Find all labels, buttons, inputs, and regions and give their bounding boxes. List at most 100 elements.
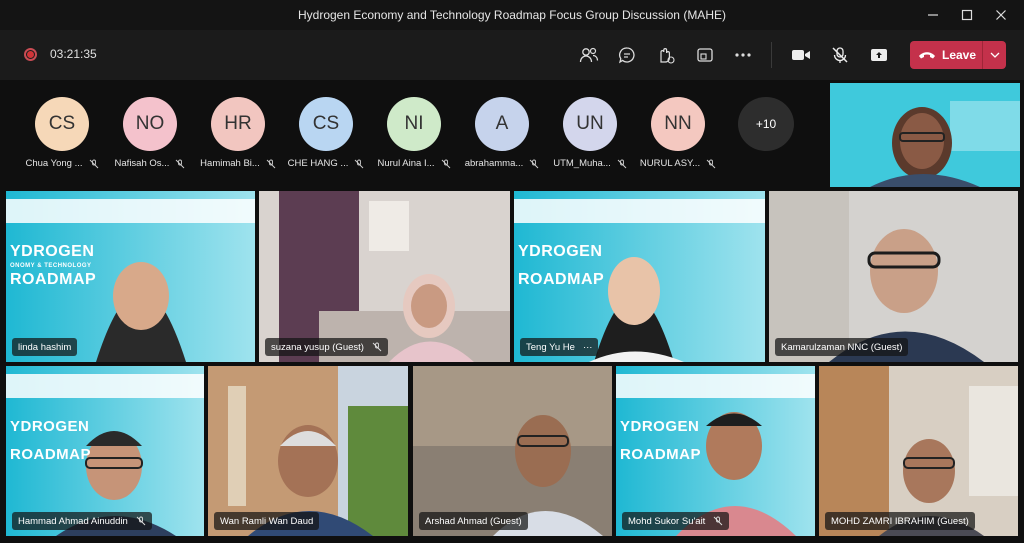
banner-roadmap: ROADMAP: [518, 271, 605, 288]
meeting-timer: 03:21:35: [50, 47, 97, 61]
participant-nametag: suzana yusup (Guest): [265, 338, 388, 356]
camera-button[interactable]: [788, 42, 814, 68]
participant-avatar[interactable]: UN UTM_Muha...: [550, 97, 630, 169]
video-tile[interactable]: Kamarulzaman NNC (Guest): [769, 191, 1018, 362]
banner-title: YDROGEN: [518, 243, 603, 260]
mic-off-icon: [529, 159, 539, 168]
camera-icon: [792, 50, 810, 60]
toolbar-separator: [771, 42, 772, 68]
reactions-button[interactable]: [652, 42, 678, 68]
close-icon: [996, 10, 1006, 20]
maximize-icon: [961, 9, 973, 21]
participant-avatar[interactable]: A abrahamma...: [462, 97, 542, 169]
participant-avatar[interactable]: NN NURUL ASY...: [638, 97, 718, 169]
share-screen-icon: [871, 49, 887, 61]
participant-name: linda hashim: [18, 341, 72, 353]
participant-nametag: Hammad Ahmad Ainuddin: [12, 512, 152, 530]
window-controls: [916, 0, 1018, 30]
video-feed: [259, 191, 510, 362]
avatar: NN: [651, 97, 705, 151]
banner-roadmap: ROADMAP: [620, 446, 701, 463]
more-actions-button[interactable]: [730, 42, 756, 68]
avatar: CS: [35, 97, 89, 151]
avatar: HR: [211, 97, 265, 151]
mic-off-icon: [832, 47, 848, 63]
banner-roadmap: ROADMAP: [10, 271, 97, 288]
video-tile[interactable]: suzana yusup (Guest): [259, 191, 510, 362]
participant-nametag: Arshad Ahmad (Guest): [419, 512, 528, 530]
banner-title: YDROGEN: [10, 418, 90, 435]
participant-avatar[interactable]: NO Nafisah Os...: [110, 97, 190, 169]
self-video-feed: [830, 83, 1020, 187]
maximize-button[interactable]: [950, 0, 984, 30]
people-icon: [579, 47, 599, 63]
participant-name: NURUL ASY...: [639, 158, 701, 169]
raise-hand-icon: [660, 48, 675, 64]
participant-name: Mohd Sukor Su'ait: [628, 515, 706, 527]
participant-name: Nafisah Os...: [114, 158, 170, 169]
mic-off-icon: [89, 159, 98, 168]
chat-icon: [618, 47, 635, 64]
leave-label: Leave: [942, 48, 977, 62]
participant-avatar[interactable]: HR Hamimah Bi...: [198, 97, 278, 169]
participant-name: UTM_Muha...: [553, 158, 611, 169]
participant-nametag: linda hashim: [12, 338, 78, 356]
banner-title: YDROGEN: [10, 243, 95, 260]
participant-nametag: Kamarulzaman NNC (Guest): [775, 338, 909, 356]
self-preview-tile[interactable]: [830, 83, 1020, 187]
close-button[interactable]: [984, 0, 1018, 30]
video-tile[interactable]: Arshad Ahmad (Guest): [413, 366, 612, 536]
mic-off-icon: [441, 159, 450, 168]
meeting-toolbar: 03:21:35 Leave: [0, 30, 1024, 80]
mic-off-icon: [706, 159, 716, 168]
breakout-rooms-icon: [697, 48, 713, 62]
video-tile[interactable]: YDROGEN ROADMAP Hammad Ahmad Ainuddin: [6, 366, 204, 536]
mic-button[interactable]: [827, 42, 853, 68]
rooms-button[interactable]: [692, 42, 718, 68]
more-icon: [735, 53, 751, 57]
minimize-button[interactable]: [916, 0, 950, 30]
participant-avatar[interactable]: CS Chua Yong ...: [22, 97, 102, 169]
video-tile[interactable]: MOHD ZAMRI IBRAHIM (Guest): [819, 366, 1018, 536]
share-button[interactable]: [866, 42, 892, 68]
avatar: UN: [563, 97, 617, 151]
avatar: NI: [387, 97, 441, 151]
banner-title: YDROGEN: [620, 418, 700, 435]
video-tile[interactable]: YDROGEN ROADMAP Mohd Sukor Su'ait: [616, 366, 815, 536]
mic-off-icon: [372, 342, 382, 352]
people-button[interactable]: [576, 42, 602, 68]
mic-off-icon: [617, 159, 627, 168]
participant-avatar[interactable]: NI Nurul Aina I...: [374, 97, 454, 169]
participant-nametag: Teng Yu He ···: [520, 338, 599, 356]
chevron-down-icon: [990, 52, 999, 58]
mic-off-icon: [713, 516, 723, 526]
title-bar: Hydrogen Economy and Technology Roadmap …: [0, 0, 1024, 30]
window-title: Hydrogen Economy and Technology Roadmap …: [298, 8, 726, 22]
recording-icon: [24, 48, 37, 61]
leave-options-button[interactable]: [983, 52, 1006, 58]
minimize-icon: [928, 14, 938, 16]
video-tile[interactable]: Wan Ramli Wan Daud: [208, 366, 408, 536]
banner-subtitle: ONOMY & TECHNOLOGY: [10, 263, 92, 269]
participant-name: Wan Ramli Wan Daud: [220, 515, 314, 527]
video-feed: [413, 366, 612, 536]
participant-name: Nurul Aina I...: [377, 158, 435, 169]
phone-hangup-icon: [919, 52, 935, 59]
participant-name: abrahamma...: [464, 158, 524, 169]
more-participants-button[interactable]: +10: [738, 97, 794, 151]
participant-name: Kamarulzaman NNC (Guest): [781, 341, 903, 353]
participant-name: MOHD ZAMRI IBRAHIM (Guest): [831, 515, 969, 527]
video-tile[interactable]: YDROGEN ROADMAP Teng Yu He ···: [514, 191, 765, 362]
video-feed: [819, 366, 1018, 536]
avatar: CS: [299, 97, 353, 151]
mic-off-icon: [354, 159, 364, 168]
video-tile[interactable]: YDROGEN ONOMY & TECHNOLOGY ROADMAP linda…: [6, 191, 255, 362]
tile-more-options[interactable]: ···: [583, 342, 593, 353]
participant-name: suzana yusup (Guest): [271, 341, 364, 353]
avatar: A: [475, 97, 529, 151]
participant-avatar[interactable]: CS CHE HANG ...: [286, 97, 366, 169]
avatar: NO: [123, 97, 177, 151]
mic-off-icon: [176, 159, 185, 168]
chat-button[interactable]: [614, 42, 640, 68]
leave-button[interactable]: Leave: [910, 41, 1006, 69]
